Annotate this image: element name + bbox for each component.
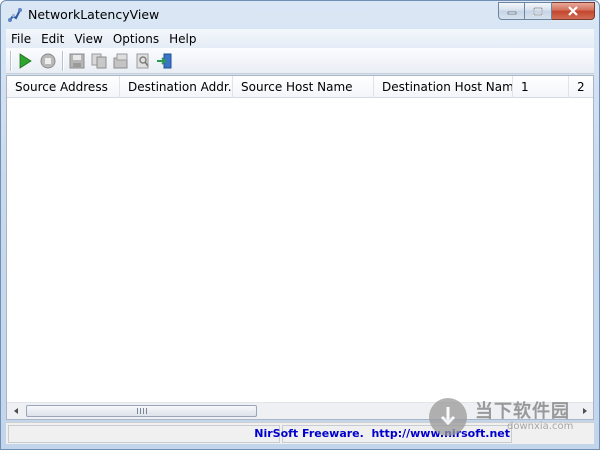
- watermark-sub: downxia.com: [507, 421, 574, 432]
- column-header[interactable]: Destination Addr...: [120, 76, 233, 98]
- column-header[interactable]: Destination Host Name: [374, 76, 513, 98]
- close-button[interactable]: [552, 2, 595, 20]
- menu-bar: File Edit View Options Help: [6, 29, 594, 48]
- app-window: NetworkLatencyView File Edit View Option…: [0, 0, 600, 450]
- scroll-thumb[interactable]: [26, 405, 257, 417]
- stop-icon[interactable]: [39, 52, 57, 70]
- menu-file[interactable]: File: [6, 32, 36, 46]
- column-header[interactable]: 1: [513, 76, 569, 98]
- column-header[interactable]: Source Address: [7, 76, 120, 98]
- watermark: 当下软件园 downxia.com: [429, 394, 600, 444]
- watermark-text: 当下软件园: [475, 401, 570, 422]
- find-icon[interactable]: [134, 52, 152, 70]
- menu-options[interactable]: Options: [108, 32, 164, 46]
- toolbar-separator: [62, 51, 63, 71]
- copy-icon[interactable]: [90, 52, 108, 70]
- list-header: Source Address Destination Addr... Sourc…: [7, 76, 593, 98]
- menu-view[interactable]: View: [69, 32, 107, 46]
- network-app-icon: [7, 7, 23, 23]
- title-bar[interactable]: NetworkLatencyView: [1, 1, 599, 29]
- download-icon: [429, 398, 467, 436]
- status-pane: [8, 425, 280, 443]
- column-header[interactable]: 2: [569, 76, 593, 98]
- column-header[interactable]: Source Host Name: [233, 76, 374, 98]
- menu-edit[interactable]: Edit: [36, 32, 69, 46]
- properties-icon[interactable]: [112, 52, 130, 70]
- window-title: NetworkLatencyView: [28, 7, 160, 22]
- minimize-button[interactable]: [498, 2, 525, 20]
- menu-help[interactable]: Help: [164, 32, 201, 46]
- start-icon[interactable]: [16, 52, 34, 70]
- grip-icon: [137, 408, 147, 414]
- results-list[interactable]: Source Address Destination Addr... Sourc…: [6, 75, 594, 420]
- scroll-left-icon[interactable]: [7, 403, 24, 419]
- toolbar: [6, 48, 594, 74]
- maximize-button[interactable]: [525, 2, 552, 20]
- save-icon[interactable]: [68, 52, 86, 70]
- exit-icon[interactable]: [156, 52, 174, 70]
- caption-buttons: [498, 2, 595, 20]
- toolbar-separator: [10, 51, 11, 71]
